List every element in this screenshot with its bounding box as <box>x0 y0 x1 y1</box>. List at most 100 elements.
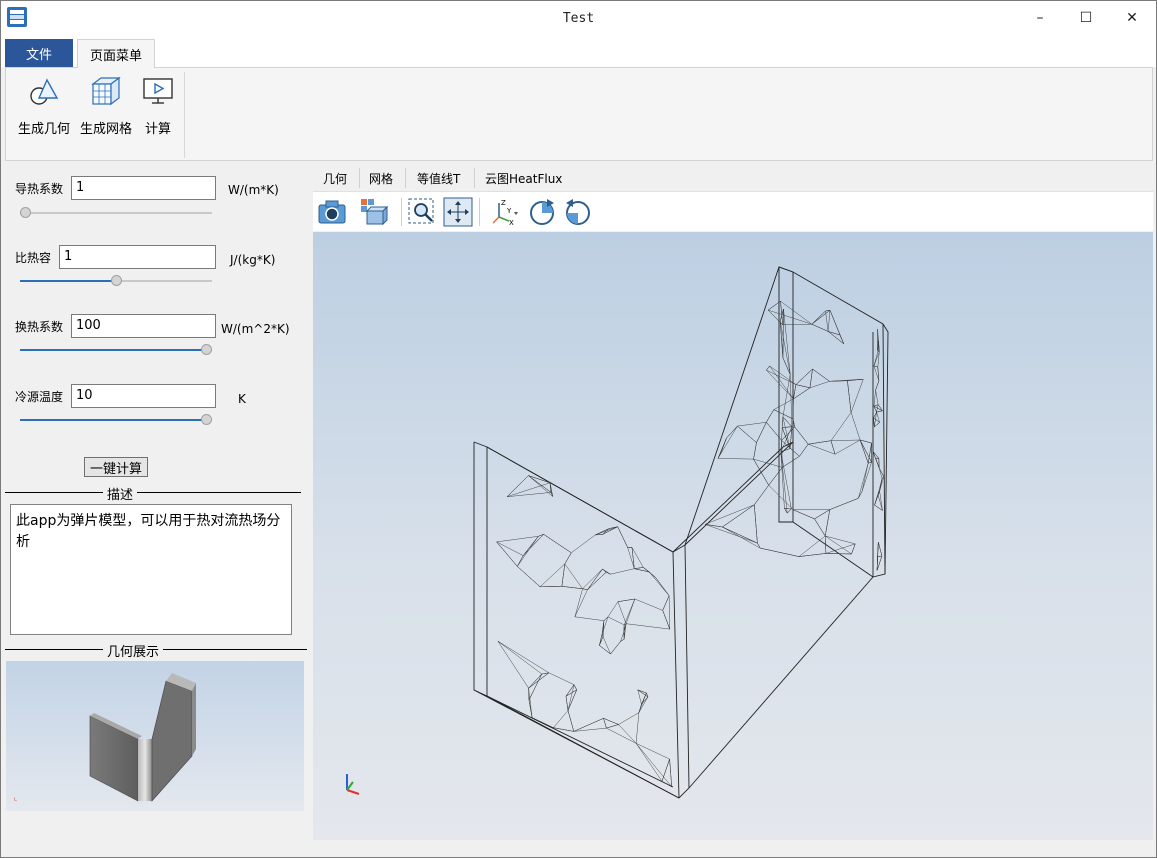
mesh-edge <box>497 641 550 673</box>
mesh-edge <box>824 509 831 537</box>
mesh-edge <box>528 673 542 689</box>
mesh-edge <box>878 541 883 557</box>
mesh-edge <box>872 451 879 459</box>
geometry-icon <box>30 78 59 105</box>
minimize-button[interactable]: – <box>1017 1 1063 35</box>
mesh-edge <box>798 553 826 557</box>
mesh-edge <box>766 369 796 385</box>
mesh-edge <box>877 555 882 557</box>
mesh-edge <box>602 636 611 655</box>
rotate-ccw-icon[interactable] <box>563 197 593 227</box>
mesh-edge <box>649 571 670 596</box>
mesh-edge <box>565 696 569 711</box>
tab-page-menu[interactable]: 页面菜单 <box>77 39 155 68</box>
mesh-edge <box>539 563 565 587</box>
mesh-edge <box>603 718 619 725</box>
mesh-edge <box>799 444 809 457</box>
geometry-preview-title: 几何展示 <box>103 641 164 660</box>
mesh-edge <box>780 301 812 325</box>
mesh-edge <box>567 710 575 732</box>
mesh-edge <box>827 310 831 332</box>
tab-cloud-heatflux[interactable]: 云图HeatFlux <box>485 170 562 187</box>
zoom-box-icon[interactable] <box>407 197 437 227</box>
mesh-edge <box>851 543 856 555</box>
mesh-edge <box>726 425 738 439</box>
mesh-edge <box>705 524 758 544</box>
mesh-edge <box>873 417 875 427</box>
mesh-edge <box>861 463 869 492</box>
mesh-edge <box>603 718 607 729</box>
bracket-wireframe-mesh <box>473 266 889 799</box>
tab-contour-t[interactable]: 等值线T <box>417 170 460 187</box>
orientation-axes-icon <box>346 774 360 795</box>
mesh-edge <box>825 535 852 555</box>
menu-tab-bar: 文件 页面菜单 <box>1 37 1156 68</box>
generate-mesh-button[interactable]: 生成网格 <box>78 74 134 144</box>
mesh-edge <box>876 541 879 571</box>
mesh-edge <box>496 536 539 543</box>
mesh-edge <box>573 718 604 732</box>
mesh-edge <box>754 504 758 544</box>
mesh-edge <box>543 534 572 553</box>
mesh-edge <box>782 308 784 358</box>
rotate-cw-icon[interactable] <box>527 197 557 227</box>
description-title: 描述 <box>103 484 138 503</box>
mesh-edge <box>573 727 607 732</box>
tab-geometry[interactable]: 几何 <box>323 170 347 187</box>
cold-source-temperature-input[interactable]: 10 <box>71 384 216 408</box>
specific-heat-input[interactable]: 1 <box>59 245 216 269</box>
mesh-edge <box>602 568 607 573</box>
mesh-edge <box>769 365 797 385</box>
mesh-edge <box>811 323 829 332</box>
camera-icon[interactable] <box>317 197 347 227</box>
svg-text:X: X <box>509 219 514 227</box>
maximize-button[interactable]: ☐ <box>1063 1 1109 35</box>
mesh-edge <box>782 374 791 417</box>
mesh-edge <box>661 781 672 787</box>
close-button[interactable]: ✕ <box>1109 1 1155 35</box>
compute-button[interactable]: 计算 <box>140 74 176 144</box>
mesh-edge <box>829 380 848 382</box>
mesh-edge <box>617 601 627 624</box>
mesh-edge <box>876 412 880 423</box>
mesh-edge <box>809 381 830 389</box>
mesh-edge <box>782 357 791 375</box>
mesh-edge <box>809 368 813 388</box>
window-title: Test <box>562 11 595 26</box>
mesh-edge <box>587 568 603 590</box>
cold-source-temperature-slider[interactable] <box>20 414 212 426</box>
mesh-edge <box>825 310 829 332</box>
mesh-edge <box>523 536 539 556</box>
heat-transfer-coefficient-slider[interactable] <box>20 344 212 356</box>
mesh-edge <box>496 541 524 556</box>
tab-file[interactable]: 文件 <box>5 39 73 67</box>
specific-heat-slider[interactable] <box>20 275 212 287</box>
mesh-viewport[interactable] <box>313 232 1153 840</box>
description-textbox[interactable]: 此app为弹片模型，可以用于热对流热场分析 <box>10 504 292 635</box>
one-click-compute-button[interactable]: 一键计算 <box>84 457 148 477</box>
mesh-edge <box>567 689 577 711</box>
mesh-edge <box>768 309 812 325</box>
thermal-conductivity-slider[interactable] <box>20 207 212 219</box>
mesh-edge <box>783 308 791 375</box>
mesh-edge <box>878 340 880 352</box>
view-cube-icon[interactable] <box>359 197 389 227</box>
mesh-edge <box>873 351 879 367</box>
axes-icon[interactable]: Z Y X <box>489 197 519 227</box>
mesh-edge <box>798 535 826 557</box>
mesh-edge <box>825 535 856 545</box>
mesh-edge <box>847 380 852 413</box>
mesh-edge <box>626 623 670 630</box>
tab-mesh[interactable]: 网格 <box>369 170 393 187</box>
mesh-edge <box>808 443 836 455</box>
mesh-edge <box>850 412 861 441</box>
heat-transfer-coefficient-input[interactable]: 100 <box>71 314 216 338</box>
mesh-edge <box>634 567 644 569</box>
mesh-edge <box>528 673 543 701</box>
generate-geometry-button[interactable]: 生成几何 <box>14 74 74 144</box>
mesh-edge <box>794 426 809 445</box>
thermal-conductivity-input[interactable]: 1 <box>71 176 216 200</box>
mesh-edge <box>662 595 670 611</box>
mesh-edge <box>606 727 637 744</box>
fit-view-icon[interactable] <box>443 197 473 227</box>
